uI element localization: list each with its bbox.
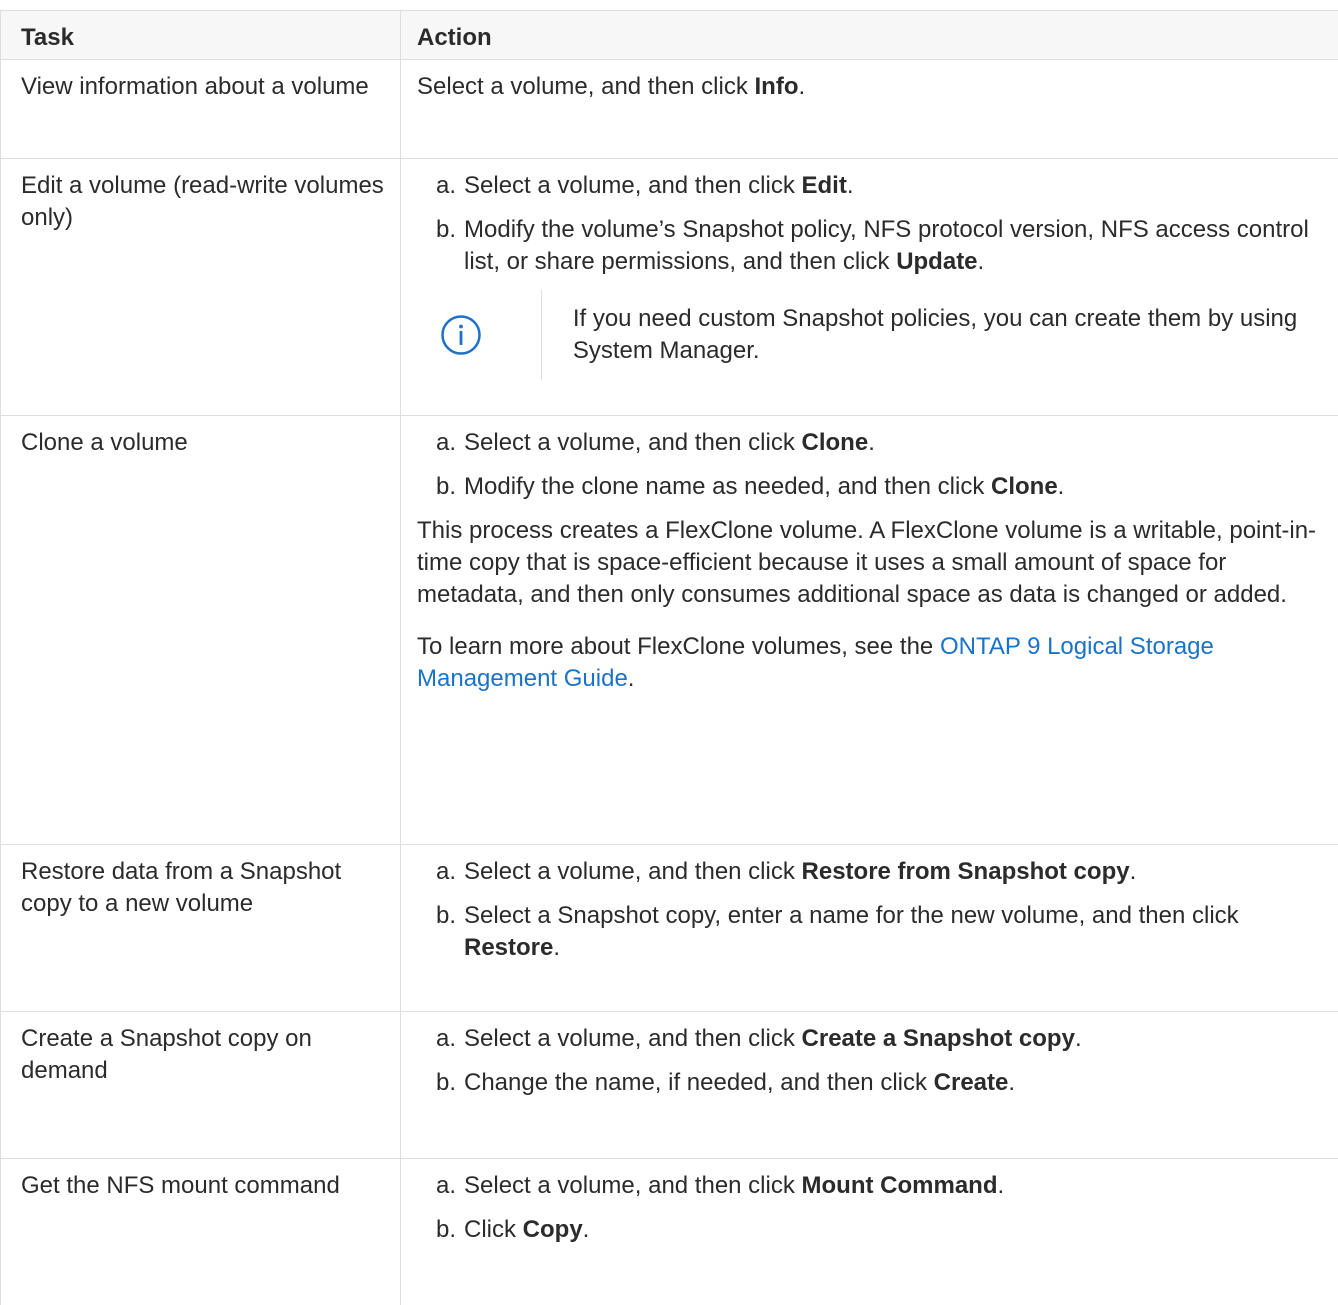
ui-term: Copy: [523, 1216, 583, 1243]
action-cell: a.Select a volume, and then click Mount …: [401, 1159, 1338, 1305]
ui-term: Create: [934, 1069, 1009, 1096]
step-text: Modify the volume’s Snapshot policy, NFS…: [464, 216, 1309, 275]
header-task-label: Task: [1, 11, 400, 54]
action-cell: a.Select a volume, and then click Clone.…: [401, 416, 1338, 845]
punctuation: .: [978, 248, 985, 275]
ui-term: Restore from Snapshot copy: [802, 858, 1130, 885]
step-text: Select a Snapshot copy, enter a name for…: [464, 902, 1239, 929]
task-cell: Restore data from a Snapshot copy to a n…: [1, 845, 401, 1012]
ui-term: Edit: [802, 172, 847, 199]
action-cell: a.Select a volume, and then click Create…: [401, 1012, 1338, 1159]
step-text: Select a volume, and then click: [464, 1172, 802, 1199]
ui-term: Clone: [991, 473, 1058, 500]
action-cell: a.Select a volume, and then click Edit. …: [401, 159, 1338, 416]
learn-more-text: To learn more about FlexClone volumes, s…: [417, 633, 940, 660]
table-row: Edit a volume (read-write volumes only) …: [1, 159, 1338, 416]
punctuation: .: [1130, 858, 1137, 885]
clone-description: This process creates a FlexClone volume.…: [417, 515, 1322, 611]
step-item: b.Change the name, if needed, and then c…: [417, 1067, 1322, 1099]
step-marker: a.: [417, 427, 464, 459]
step-item: a.Select a volume, and then click Restor…: [417, 856, 1322, 888]
table-row: Clone a volume a.Select a volume, and th…: [1, 416, 1338, 845]
step-item: a.Select a volume, and then click Edit.: [417, 170, 1322, 202]
step-marker: b.: [417, 1214, 464, 1246]
step-item: b.Modify the clone name as needed, and t…: [417, 471, 1322, 503]
punctuation: .: [998, 1172, 1005, 1199]
step-marker: a.: [417, 1023, 464, 1055]
punctuation: .: [1008, 1069, 1015, 1096]
step-text: Click: [464, 1216, 523, 1243]
table-row: View information about a volume Select a…: [1, 60, 1338, 159]
punctuation: .: [1075, 1025, 1082, 1052]
ui-term: Update: [896, 248, 977, 275]
punctuation: .: [583, 1216, 590, 1243]
punctuation: .: [868, 429, 875, 456]
step-text: Select a volume, and then click: [464, 858, 802, 885]
step-marker: a.: [417, 856, 464, 888]
task-cell: Edit a volume (read-write volumes only): [1, 159, 401, 416]
step-marker: b.: [417, 471, 464, 503]
step-item: b.Click Copy.: [417, 1214, 1322, 1246]
ui-term: Restore: [464, 934, 553, 961]
step-marker: b.: [417, 900, 464, 964]
steps-list: a.Select a volume, and then click Edit. …: [417, 170, 1322, 278]
page: Task Action View information about a vol…: [0, 0, 1338, 1270]
ui-term: Mount Command: [802, 1172, 998, 1199]
punctuation: .: [553, 934, 560, 961]
steps-list: a.Select a volume, and then click Clone.…: [417, 427, 1322, 503]
info-circle-icon: [417, 314, 505, 356]
task-cell: Create a Snapshot copy on demand: [1, 1012, 401, 1159]
table-row: Create a Snapshot copy on demand a.Selec…: [1, 1012, 1338, 1159]
table-row: Get the NFS mount command a.Select a vol…: [1, 1159, 1338, 1305]
step-text: Select a volume, and then click: [464, 1025, 802, 1052]
ui-term: Create a Snapshot copy: [802, 1025, 1075, 1052]
step-marker: b.: [417, 214, 464, 278]
action-cell: Select a volume, and then click Info.: [401, 60, 1338, 159]
table-row: Restore data from a Snapshot copy to a n…: [1, 845, 1338, 1012]
action-cell: a.Select a volume, and then click Restor…: [401, 845, 1338, 1012]
ui-term: Info: [755, 73, 799, 100]
header-action: Action: [401, 11, 1338, 60]
punctuation: .: [799, 73, 806, 100]
task-action-table: Task Action View information about a vol…: [0, 10, 1338, 1305]
steps-list: a.Select a volume, and then click Create…: [417, 1023, 1322, 1099]
task-cell: Clone a volume: [1, 416, 401, 845]
step-item: a.Select a volume, and then click Mount …: [417, 1170, 1322, 1202]
header-action-label: Action: [401, 11, 1338, 54]
punctuation: .: [847, 172, 854, 199]
step-item: a.Select a volume, and then click Create…: [417, 1023, 1322, 1055]
note-callout: If you need custom Snapshot policies, yo…: [417, 290, 1322, 380]
step-marker: a.: [417, 170, 464, 202]
learn-more: To learn more about FlexClone volumes, s…: [417, 631, 1322, 695]
punctuation: .: [628, 665, 635, 692]
action-text: Select a volume, and then click: [417, 73, 755, 100]
note-divider: [541, 290, 542, 380]
steps-list: a.Select a volume, and then click Mount …: [417, 1170, 1322, 1246]
steps-list: a.Select a volume, and then click Restor…: [417, 856, 1322, 964]
task-cell: View information about a volume: [1, 60, 401, 159]
step-item: a.Select a volume, and then click Clone.: [417, 427, 1322, 459]
step-item: b.Modify the volume’s Snapshot policy, N…: [417, 214, 1322, 278]
punctuation: .: [1058, 473, 1065, 500]
note-text: If you need custom Snapshot policies, yo…: [573, 303, 1322, 367]
step-text: Select a volume, and then click: [464, 172, 802, 199]
step-marker: b.: [417, 1067, 464, 1099]
step-text: Modify the clone name as needed, and the…: [464, 473, 991, 500]
step-text: Change the name, if needed, and then cli…: [464, 1069, 934, 1096]
header-task: Task: [1, 11, 401, 60]
task-cell: Get the NFS mount command: [1, 1159, 401, 1305]
ui-term: Clone: [802, 429, 869, 456]
table-header-row: Task Action: [1, 11, 1338, 60]
step-item: b.Select a Snapshot copy, enter a name f…: [417, 900, 1322, 964]
step-marker: a.: [417, 1170, 464, 1202]
step-text: Select a volume, and then click: [464, 429, 802, 456]
